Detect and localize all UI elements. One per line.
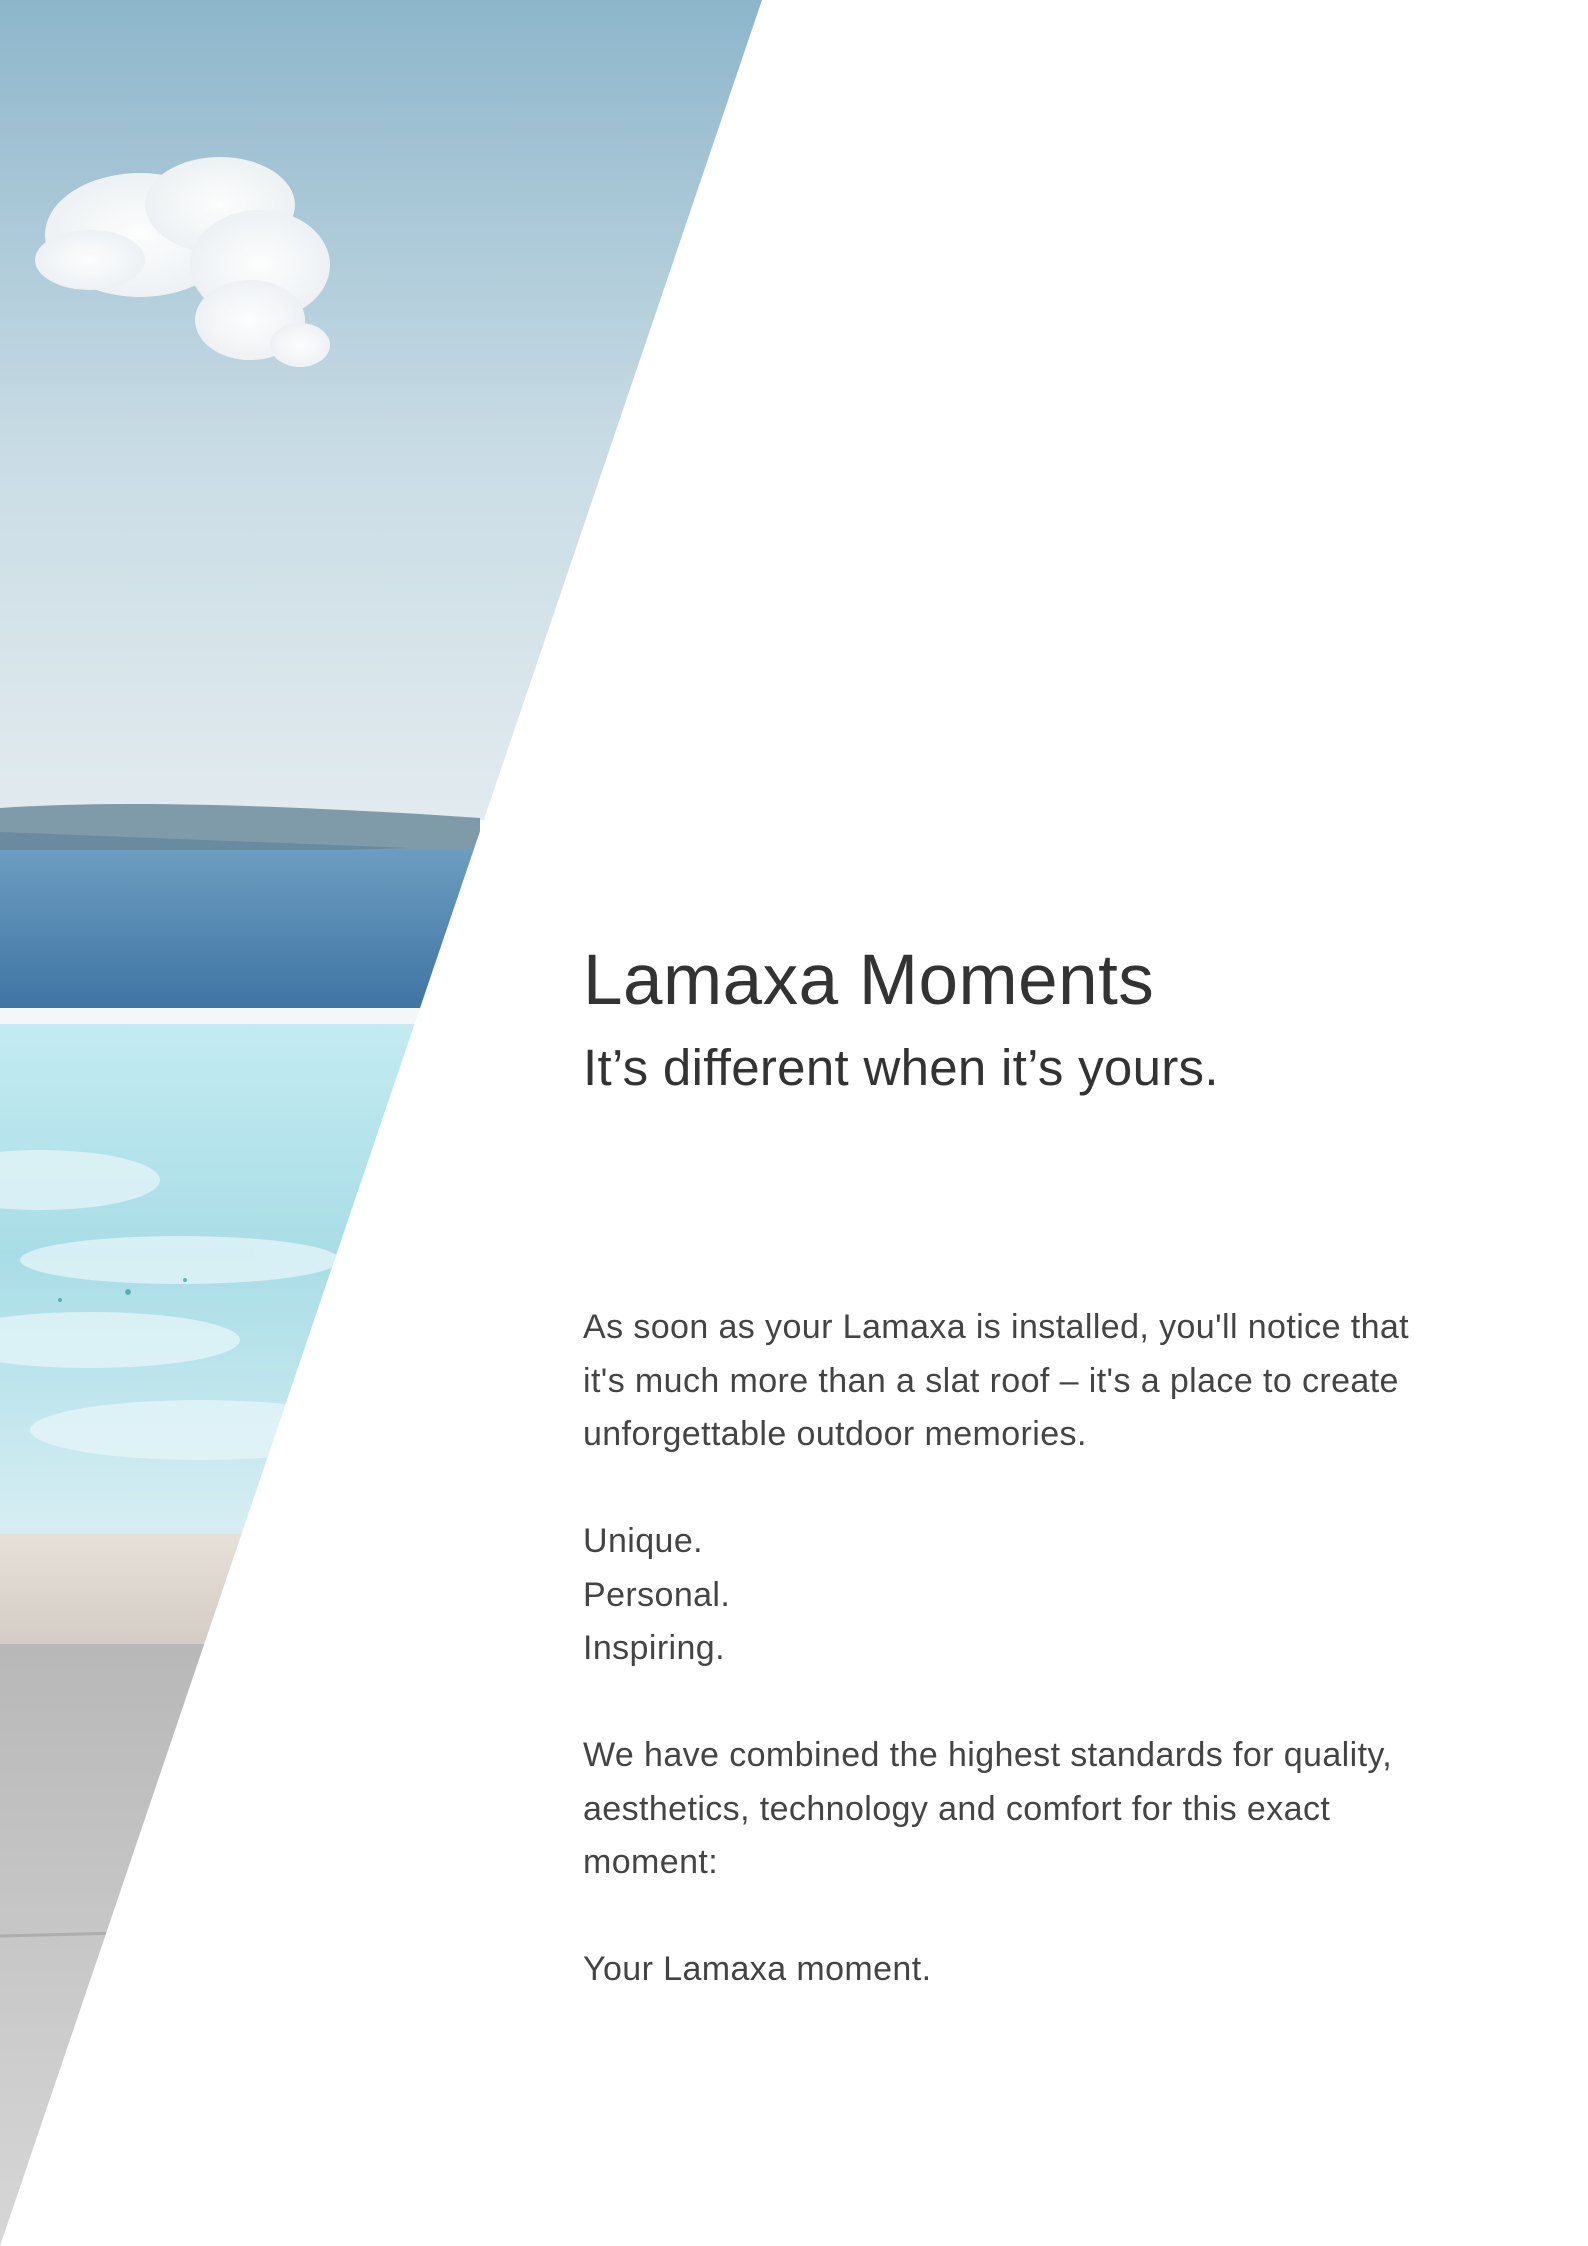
combined-line: We have combined the highest standards f… [583, 1736, 1393, 1774]
intro-line: it's much more than a slat roof – it's a… [583, 1361, 1399, 1400]
body-copy: As soon as your Lamaxa is installed, you… [583, 1301, 1513, 2050]
intro-paragraph: As soon as your Lamaxa is installed, you… [583, 1301, 1513, 1462]
page-title: Lamaxa Moments [583, 941, 1155, 1020]
intro-line: unforgettable outdoor memories. [583, 1415, 1087, 1453]
closing-line: Your Lamaxa moment. [583, 1950, 932, 1988]
brochure-page: Lamaxa Moments It’s different when it’s … [0, 0, 1588, 2246]
qualities-list: Unique. Personal. Inspiring. [583, 1515, 1513, 1676]
closing-paragraph: Your Lamaxa moment. [583, 1943, 1513, 1997]
combined-line: aesthetics, technology and comfort for t… [583, 1789, 1331, 1828]
quality-item: Unique. [583, 1522, 703, 1560]
page-subtitle: It’s different when it’s yours. [583, 1039, 1219, 1096]
combined-line: moment: [583, 1843, 719, 1881]
combined-paragraph: We have combined the highest standards f… [583, 1729, 1513, 1890]
quality-item: Inspiring. [583, 1629, 725, 1667]
intro-line: As soon as your Lamaxa is installed, you… [583, 1308, 1410, 1346]
quality-item: Personal. [583, 1575, 731, 1614]
